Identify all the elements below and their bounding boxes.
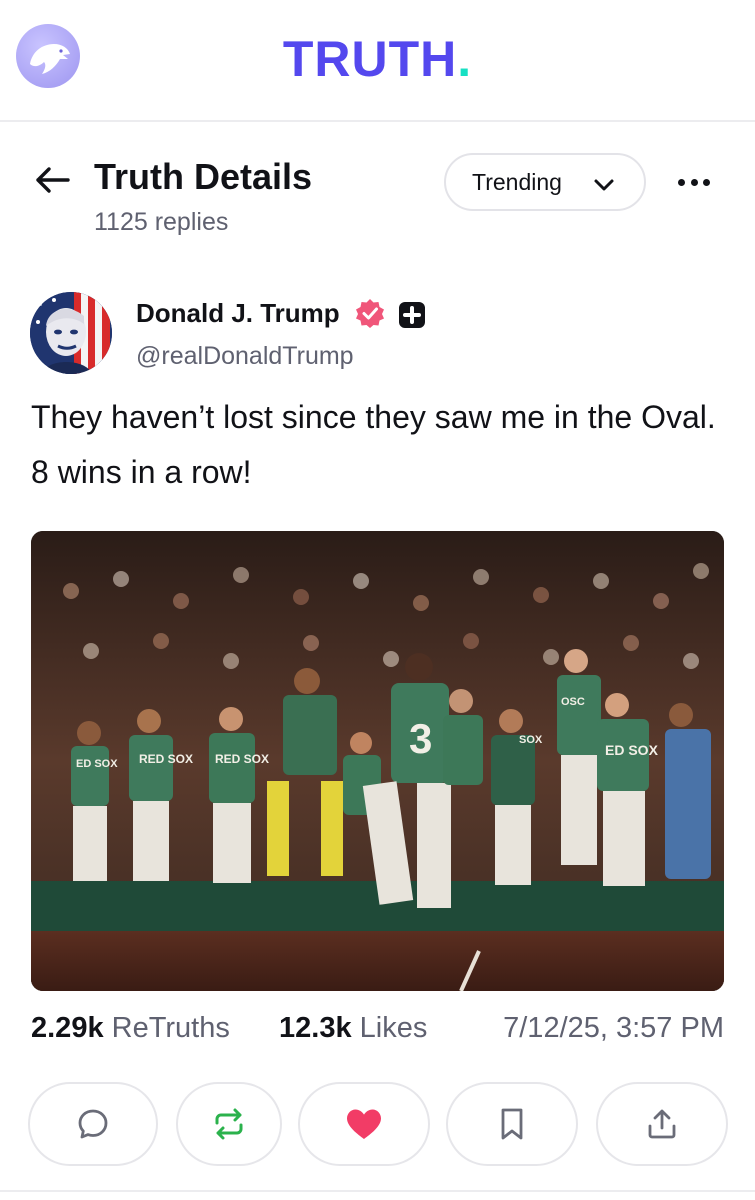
sort-dropdown[interactable]: Trending <box>444 153 646 211</box>
player-number: 3 <box>409 715 432 762</box>
reply-button[interactable] <box>28 1082 158 1166</box>
reply-count: 1125 replies <box>94 208 229 236</box>
post-timestamp: 7/12/25, 3:57 PM <box>503 1012 724 1044</box>
jersey-label: RED SOX <box>139 752 193 766</box>
post-text: They haven’t lost since they saw me in t… <box>31 399 716 490</box>
jersey-label: SOX <box>519 734 543 746</box>
post-image[interactable]: 3 RED SOX RED SOX ED SOX SOX ED SOX OSC <box>31 531 724 991</box>
details-header: Truth Details 1125 replies Trending <box>0 150 755 250</box>
jersey-label: OSC <box>561 696 585 708</box>
bookmark-button[interactable] <box>446 1082 578 1166</box>
heart-icon <box>347 1109 381 1139</box>
wordmark-dot: . <box>457 31 473 87</box>
more-dot <box>690 178 698 186</box>
likes-stat[interactable]: 12.3k Likes <box>279 1012 427 1045</box>
retruths-label: ReTruths <box>111 1012 230 1044</box>
jersey-label: RED SOX <box>215 752 269 766</box>
jersey-label: ED SOX <box>76 758 118 770</box>
author-handle[interactable]: @realDonaldTrump <box>136 342 354 371</box>
post-stats: 2.29k ReTruths 12.3k Likes 7/12/25, 3:57… <box>31 1012 724 1052</box>
likes-label: Likes <box>359 1012 428 1044</box>
top-bar: TRUTH. <box>0 0 755 122</box>
more-dot <box>703 178 710 186</box>
post-author: Donald J. Trump @realDonaldTrump <box>30 292 730 376</box>
sort-dropdown-label: Trending <box>472 168 562 195</box>
avatar[interactable] <box>30 292 112 374</box>
verified-badge-icon <box>356 299 384 328</box>
like-button[interactable] <box>298 1082 430 1166</box>
page-title: Truth Details <box>94 156 313 197</box>
share-button[interactable] <box>596 1082 728 1166</box>
share-icon <box>648 1109 676 1139</box>
likes-count: 12.3k <box>279 1012 352 1044</box>
post-actions <box>28 1082 728 1166</box>
truth-wordmark: TRUTH. <box>282 31 473 87</box>
retruths-count: 2.29k <box>31 1012 104 1044</box>
jersey-label: ED SOX <box>605 742 659 758</box>
plus-badge-icon <box>399 302 425 328</box>
arrow-left-icon <box>36 167 70 193</box>
more-dot <box>678 178 685 186</box>
back-button[interactable] <box>32 164 72 196</box>
chevron-down-icon <box>594 179 614 191</box>
more-options-button[interactable] <box>672 168 716 196</box>
author-name[interactable]: Donald J. Trump <box>136 298 340 329</box>
retruths-stat[interactable]: 2.29k ReTruths <box>31 1012 230 1045</box>
retruth-icon <box>215 1108 243 1140</box>
retruth-button[interactable] <box>176 1082 282 1166</box>
divider <box>0 1190 755 1192</box>
comment-icon <box>78 1109 108 1139</box>
bookmark-icon <box>501 1108 523 1140</box>
